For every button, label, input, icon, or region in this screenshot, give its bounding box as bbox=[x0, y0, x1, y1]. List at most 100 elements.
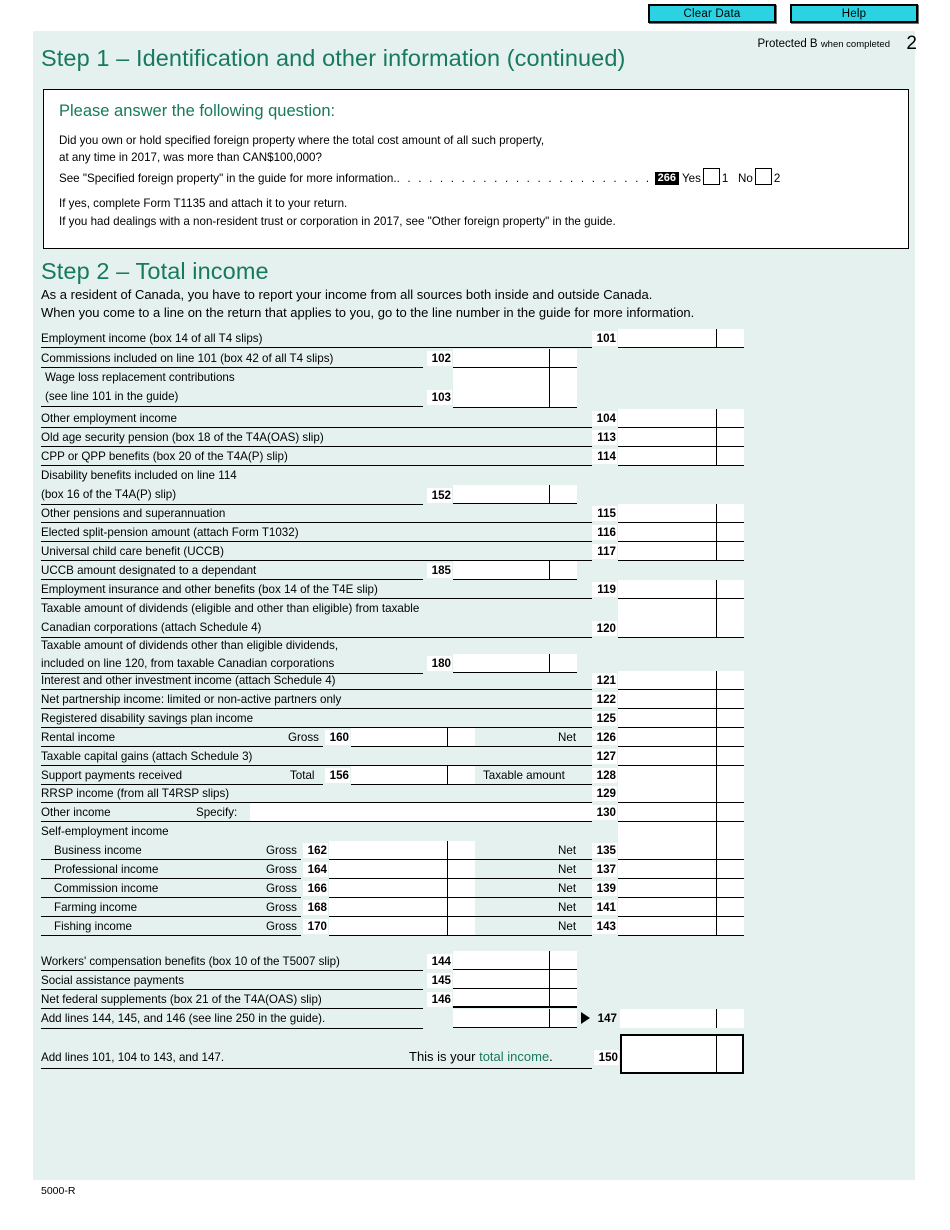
line-121-number: 121 bbox=[592, 673, 617, 688]
line-145-field[interactable] bbox=[453, 970, 577, 989]
cents-separator bbox=[716, 599, 717, 637]
line-102-field[interactable] bbox=[453, 349, 577, 368]
line-143-field[interactable] bbox=[618, 917, 744, 936]
line-160-number: 160 bbox=[325, 730, 350, 745]
help-label: Help bbox=[841, 7, 867, 20]
line-102-rule bbox=[41, 367, 423, 368]
line-170-number: 170 bbox=[303, 919, 328, 934]
line-162-gross-field[interactable] bbox=[329, 841, 475, 860]
line-139-rule-left bbox=[41, 897, 301, 898]
cents-separator bbox=[716, 542, 717, 560]
line-114-number: 114 bbox=[592, 449, 617, 464]
clear-data-button[interactable]: Clear Data bbox=[648, 4, 776, 23]
cents-separator bbox=[549, 349, 550, 367]
question-line-3: See "Specified foreign property" in the … bbox=[59, 168, 780, 185]
line-180-label-a: Taxable amount of dividends other than e… bbox=[41, 639, 339, 652]
line-185-field[interactable] bbox=[453, 561, 577, 580]
line-122-field[interactable] bbox=[618, 690, 744, 709]
line-147-subtotal-field[interactable] bbox=[453, 1009, 577, 1028]
step1-heading: Step 1 – Identification and other inform… bbox=[41, 45, 626, 71]
line-121-rule bbox=[41, 689, 592, 690]
cents-separator bbox=[549, 1009, 550, 1027]
line-115-label: Other pensions and superannuation bbox=[41, 507, 226, 520]
line-115-number: 115 bbox=[592, 506, 617, 521]
line-130-field[interactable] bbox=[618, 803, 744, 822]
line-180-field[interactable] bbox=[453, 654, 577, 673]
line-147-field[interactable] bbox=[620, 1009, 744, 1028]
line-150-field[interactable] bbox=[620, 1034, 744, 1074]
protected-b-text: Protected B bbox=[757, 38, 818, 50]
no-value: 2 bbox=[773, 172, 781, 185]
line-126-rule-left bbox=[41, 746, 323, 747]
line-137-field[interactable] bbox=[618, 860, 744, 879]
cents-separator bbox=[447, 766, 448, 784]
line-119-field[interactable] bbox=[618, 580, 744, 599]
line-146-rule bbox=[41, 1008, 423, 1009]
line-156-total-field[interactable] bbox=[351, 766, 475, 785]
step2-intro-line-2: When you come to a line on the return th… bbox=[41, 305, 695, 320]
cents-separator bbox=[716, 747, 717, 765]
line-101-field[interactable] bbox=[618, 329, 744, 348]
line-137-rule-right bbox=[475, 878, 592, 879]
line-168-gross-field[interactable] bbox=[329, 898, 475, 917]
line-139-field[interactable] bbox=[618, 879, 744, 898]
line-166-gross-field[interactable] bbox=[329, 879, 475, 898]
line-104-field[interactable] bbox=[618, 409, 744, 428]
line-146-field[interactable] bbox=[453, 989, 577, 1008]
foreign-property-question-box: Please answer the following question: Di… bbox=[43, 89, 909, 249]
line-113-field[interactable] bbox=[618, 428, 744, 447]
line-141-field[interactable] bbox=[618, 898, 744, 917]
line-128-rule-right bbox=[475, 784, 592, 785]
line-145-rule bbox=[41, 989, 423, 990]
total-income-link: total income bbox=[479, 1049, 550, 1064]
cents-separator bbox=[716, 580, 717, 598]
line-135-field[interactable] bbox=[618, 841, 744, 860]
line-144-field[interactable] bbox=[453, 951, 577, 970]
line-104-number: 104 bbox=[592, 411, 617, 426]
line-103-field[interactable] bbox=[453, 368, 577, 408]
line-150-label: Add lines 101, 104 to 143, and 147. bbox=[41, 1051, 225, 1064]
line-116-field[interactable] bbox=[618, 523, 744, 542]
line-126-number: 126 bbox=[592, 730, 617, 745]
line-120-field[interactable] bbox=[618, 599, 744, 638]
cents-separator bbox=[716, 803, 717, 821]
line-128-field[interactable] bbox=[618, 766, 744, 785]
line-127-field[interactable] bbox=[618, 747, 744, 766]
when-completed-text: when completed bbox=[820, 39, 890, 50]
line-164-gross-field[interactable] bbox=[329, 860, 475, 879]
line-117-field[interactable] bbox=[618, 542, 744, 561]
cents-separator bbox=[716, 504, 717, 522]
line-128-number: 128 bbox=[592, 768, 617, 783]
line-130-specify-field[interactable] bbox=[250, 803, 592, 821]
line-114-field[interactable] bbox=[618, 447, 744, 466]
line-170-gross-field[interactable] bbox=[329, 917, 475, 936]
line-129-field[interactable] bbox=[618, 784, 744, 803]
line-120-label-a: Taxable amount of dividends (eligible an… bbox=[41, 602, 420, 615]
line-122-rule bbox=[41, 708, 592, 709]
cents-separator bbox=[716, 784, 717, 802]
line-160-gross-field[interactable] bbox=[351, 728, 475, 747]
line-125-field[interactable] bbox=[618, 709, 744, 728]
line-120-number: 120 bbox=[592, 621, 617, 636]
line-121-field[interactable] bbox=[618, 671, 744, 690]
help-button[interactable]: Help bbox=[790, 4, 918, 23]
line-180-number: 180 bbox=[427, 656, 452, 671]
line-145-number: 145 bbox=[427, 973, 452, 988]
line-126-field[interactable] bbox=[618, 728, 744, 747]
line-115-field[interactable] bbox=[618, 504, 744, 523]
line-152-rule bbox=[41, 504, 423, 505]
line-119-label: Employment insurance and other benefits … bbox=[41, 583, 378, 596]
line-152-field[interactable] bbox=[453, 485, 577, 504]
line-125-number: 125 bbox=[592, 711, 617, 726]
line-139-net-label: Net bbox=[558, 882, 577, 895]
line-125-rule bbox=[41, 727, 592, 728]
question-line-3-text: See "Specified foreign property" in the … bbox=[59, 172, 397, 185]
cents-separator bbox=[716, 860, 717, 878]
line-103-number: 103 bbox=[427, 390, 452, 405]
yes-checkbox[interactable] bbox=[702, 168, 720, 185]
line-117-number: 117 bbox=[592, 544, 617, 559]
line-130-number: 130 bbox=[592, 805, 617, 820]
cents-separator bbox=[716, 329, 717, 347]
yes-value: 1 bbox=[721, 172, 729, 185]
no-checkbox[interactable] bbox=[754, 168, 772, 185]
